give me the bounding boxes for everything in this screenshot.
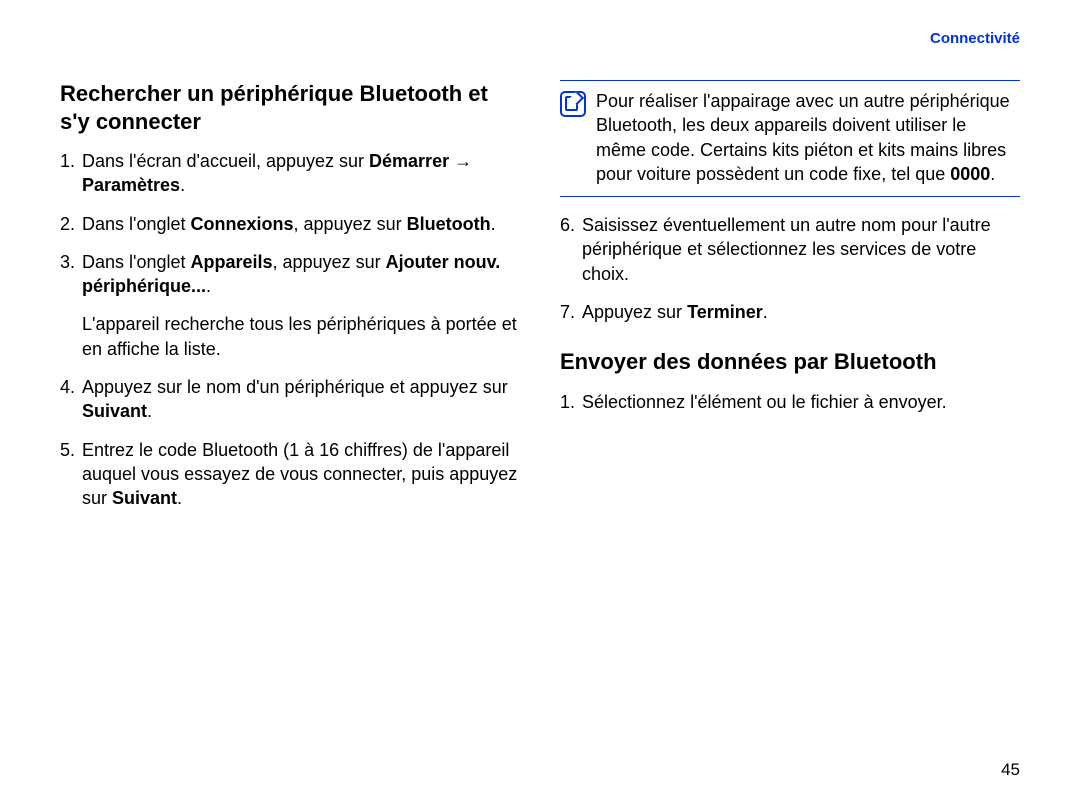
text: , appuyez sur <box>294 214 407 234</box>
step-body: Dans l'onglet Appareils, appuyez sur Ajo… <box>82 250 520 299</box>
step-3-followup: L'appareil recherche tous les périphériq… <box>82 312 520 361</box>
text: . <box>763 302 768 322</box>
info-note: Pour réaliser l'appairage avec un autre … <box>560 80 1020 197</box>
text: , appuyez sur <box>273 252 386 272</box>
step-body: Appuyez sur Terminer. <box>582 300 1020 324</box>
text: . <box>206 276 211 296</box>
step-number: 2. <box>60 212 82 236</box>
bold-text: Connexions <box>191 214 294 234</box>
note-text: Pour réaliser l'appairage avec un autre … <box>596 89 1020 186</box>
step-body: Entrez le code Bluetooth (1 à 16 chiffre… <box>82 438 520 511</box>
bold-text: Appareils <box>191 252 273 272</box>
page-number: 45 <box>1001 760 1020 780</box>
text: Dans l'onglet <box>82 252 191 272</box>
step-number: 1. <box>560 390 582 414</box>
bold-text: Terminer <box>687 302 763 322</box>
text: Appuyez sur <box>582 302 687 322</box>
step-body: Appuyez sur le nom d'un périphérique et … <box>82 375 520 424</box>
note-icon <box>560 91 586 117</box>
right-column: Pour réaliser l'appairage avec un autre … <box>560 80 1020 525</box>
step-number: 7. <box>560 300 582 324</box>
heading-send-bluetooth: Envoyer des données par Bluetooth <box>560 348 1020 376</box>
step-number: 3. <box>60 250 82 299</box>
text: . <box>491 214 496 234</box>
step-number: 4. <box>60 375 82 424</box>
step-number: 5. <box>60 438 82 511</box>
heading-search-bluetooth: Rechercher un périphérique Bluetooth et … <box>60 80 520 135</box>
step-5: 5. Entrez le code Bluetooth (1 à 16 chif… <box>60 438 520 511</box>
text: . <box>990 164 995 184</box>
text: Dans l'écran d'accueil, appuyez sur <box>82 151 369 171</box>
step-number: 6. <box>560 213 582 286</box>
bold-text: Bluetooth <box>407 214 491 234</box>
step-1: 1. Dans l'écran d'accueil, appuyez sur D… <box>60 149 520 198</box>
left-column: Rechercher un périphérique Bluetooth et … <box>60 80 520 525</box>
step-4: 4. Appuyez sur le nom d'un périphérique … <box>60 375 520 424</box>
step-body: Saisissez éventuellement un autre nom po… <box>582 213 1020 286</box>
step-7: 7. Appuyez sur Terminer. <box>560 300 1020 324</box>
text: Dans l'onglet <box>82 214 191 234</box>
step-3: 3. Dans l'onglet Appareils, appuyez sur … <box>60 250 520 299</box>
step-body: Dans l'écran d'accueil, appuyez sur Déma… <box>82 149 520 198</box>
bold-text: 0000 <box>950 164 990 184</box>
text: Pour réaliser l'appairage avec un autre … <box>596 91 1010 184</box>
bold-text: Suivant <box>82 401 147 421</box>
text: . <box>180 175 185 195</box>
step-b1: 1. Sélectionnez l'élément ou le fichier … <box>560 390 1020 414</box>
text: Appuyez sur le nom d'un périphérique et … <box>82 377 508 397</box>
step-number: 1. <box>60 149 82 198</box>
step-2: 2. Dans l'onglet Connexions, appuyez sur… <box>60 212 520 236</box>
text: . <box>147 401 152 421</box>
bold-text: Suivant <box>112 488 177 508</box>
step-6: 6. Saisissez éventuellement un autre nom… <box>560 213 1020 286</box>
step-body: Dans l'onglet Connexions, appuyez sur Bl… <box>82 212 520 236</box>
section-tag: Connectivité <box>930 30 1020 47</box>
two-column-layout: Rechercher un périphérique Bluetooth et … <box>60 80 1020 525</box>
manual-page: Connectivité Rechercher un périphérique … <box>0 0 1080 810</box>
step-body: Sélectionnez l'élément ou le fichier à e… <box>582 390 1020 414</box>
text: . <box>177 488 182 508</box>
